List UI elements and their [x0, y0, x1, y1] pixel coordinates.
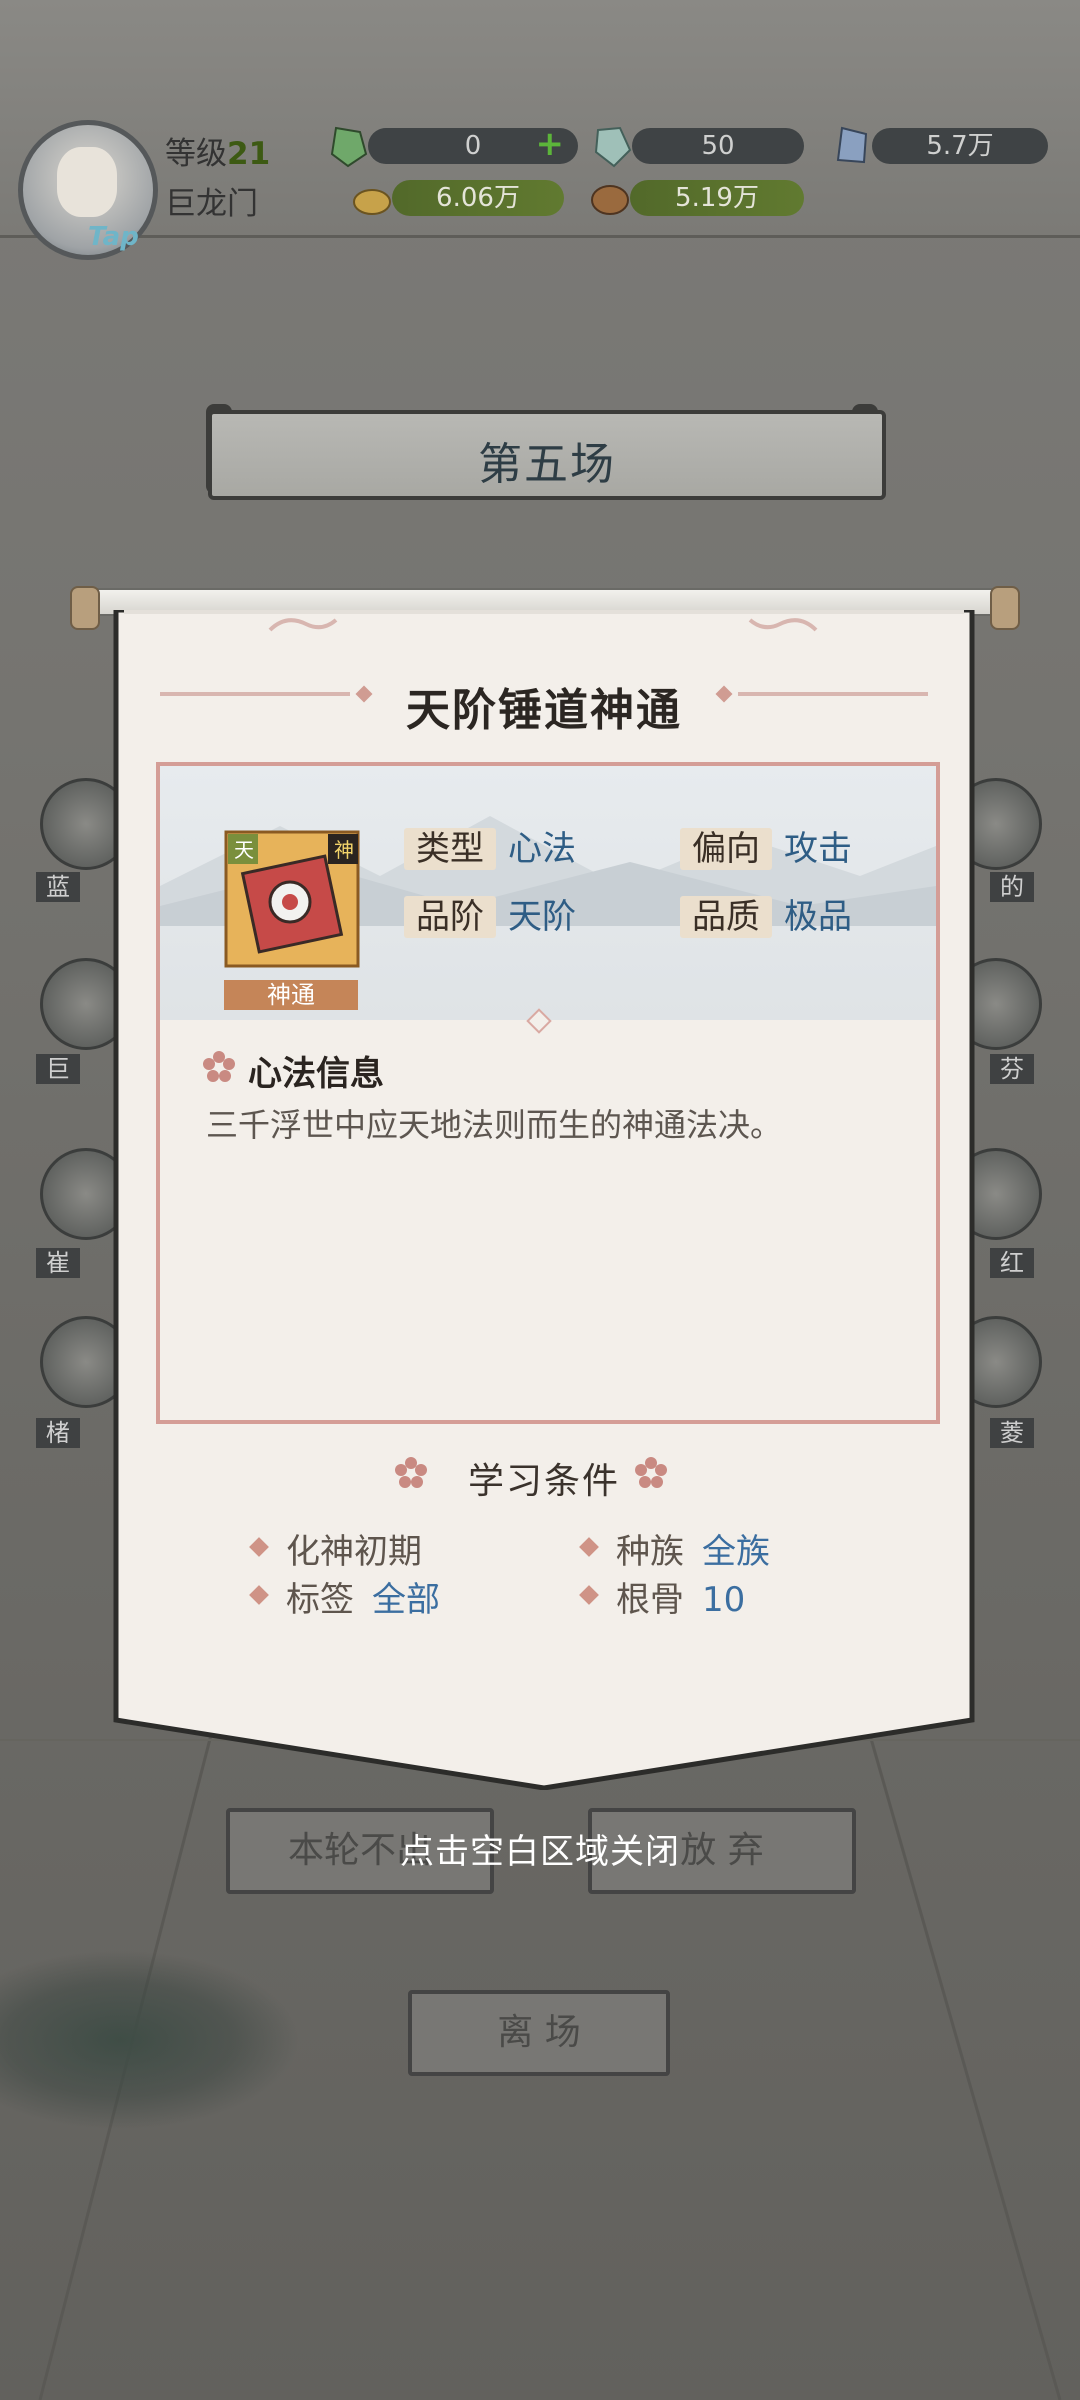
rainbow-stone-counter[interactable]: 50 [632, 128, 804, 164]
req-bone-value: 10 [702, 1580, 746, 1620]
participant-name: 的 [990, 872, 1034, 902]
flower-icon [635, 1457, 667, 1488]
badge-tian: 天 [234, 838, 254, 862]
title-swirl-right-icon [748, 618, 818, 632]
tap-label[interactable]: Tap [88, 222, 139, 252]
ore-icon [591, 185, 629, 215]
req-tag-value: 全部 [372, 1580, 440, 1620]
avatar-face [57, 147, 117, 217]
req-tag: 标签 全部 [286, 1572, 440, 1621]
quality-key: 品质 [680, 896, 772, 938]
gold-value: 6.06万 [436, 183, 520, 213]
gold-icon [353, 189, 391, 215]
spirit-stone-counter[interactable]: 0 + [368, 126, 578, 164]
grade-value: 天阶 [508, 897, 576, 937]
req-bone: 根骨 10 [616, 1572, 745, 1621]
item-type-label: 神通 [224, 980, 358, 1010]
info-section-title: 心法信息 [248, 1054, 384, 1094]
bias-key: 偏向 [680, 828, 772, 870]
scroll-knob-right [990, 586, 1020, 630]
req-realm: 化神初期 [286, 1524, 422, 1573]
gold-counter[interactable]: 6.06万 [392, 180, 564, 216]
crystal-counter[interactable]: 5.7万 [872, 128, 1048, 164]
participant-name: 楮 [36, 1418, 80, 1448]
ore-value: 5.19万 [675, 183, 759, 213]
ore-counter[interactable]: 5.19万 [630, 180, 804, 216]
technique-info-card: 天 神 神通 类型 心法 偏向 攻击 品阶 天阶 品质 极品 心法信息 三千浮世… [156, 762, 940, 1424]
spirit-stone-value: 0 [464, 131, 482, 161]
title-swirl-left-icon [268, 618, 338, 632]
level-value: 21 [227, 136, 271, 172]
req-race-value: 全族 [702, 1532, 770, 1572]
crystal-value: 5.7万 [926, 131, 994, 161]
quality-value: 极品 [784, 897, 852, 937]
technique-book-icon: 天 神 [224, 830, 360, 968]
crystal-icon [836, 126, 868, 164]
round-title: 第五场 [478, 439, 616, 490]
participant-name: 巨 [36, 1054, 80, 1084]
requirements-title: 学习条件 [467, 1461, 620, 1502]
req-realm-value: 化神初期 [286, 1532, 422, 1572]
ink-brush-decoration [0, 1950, 300, 2130]
flower-icon [203, 1051, 235, 1082]
type-value: 心法 [508, 829, 576, 869]
rainbow-stone-value: 50 [701, 131, 735, 161]
top-status-bar: Tap 等级21 巨龙门 0 + 50 5.7万 6.06万 5.19万 [0, 0, 1080, 260]
bias-value: 攻击 [784, 829, 852, 869]
add-spirit-stone-icon[interactable]: + [536, 126, 565, 162]
round-banner: 第五场 [208, 410, 886, 500]
rainbow-stone-icon [594, 126, 632, 168]
participant-name: 蓝 [36, 872, 80, 902]
technique-detail-popup[interactable]: 天阶锤道神通 天 神 神通 类型 心法 偏向 攻击 品阶 天阶 品质 极品 心法… [110, 610, 978, 1790]
scroll-knob-left [70, 586, 100, 630]
sect-name: 巨龙门 [165, 186, 258, 222]
leave-button[interactable]: 离 场 [408, 1990, 670, 2076]
req-race-key: 种族 [616, 1532, 684, 1572]
participant-name: 崔 [36, 1248, 80, 1278]
req-race: 种族 全族 [616, 1524, 770, 1573]
grade-key: 品阶 [404, 896, 496, 938]
close-hint[interactable]: 点击空白区域关闭 [0, 1824, 1080, 1873]
technique-description: 三千浮世中应天地法则而生的神通法决。 [206, 1106, 783, 1144]
req-bone-key: 根骨 [616, 1580, 684, 1620]
badge-shen: 神 [334, 838, 354, 862]
participant-name: 红 [990, 1248, 1034, 1278]
technique-header-panel: 天 神 神通 类型 心法 偏向 攻击 品阶 天阶 品质 极品 [160, 766, 936, 1020]
participant-name: 芬 [990, 1054, 1034, 1084]
level-display: 等级21 [165, 128, 270, 173]
participant-name: 菱 [990, 1418, 1034, 1448]
title-ornament-right [738, 692, 928, 696]
level-label: 等级 [165, 136, 227, 172]
type-key: 类型 [404, 828, 496, 870]
spirit-stone-icon [330, 126, 368, 168]
technique-title: 天阶锤道神通 [406, 685, 682, 736]
req-tag-key: 标签 [286, 1580, 354, 1620]
